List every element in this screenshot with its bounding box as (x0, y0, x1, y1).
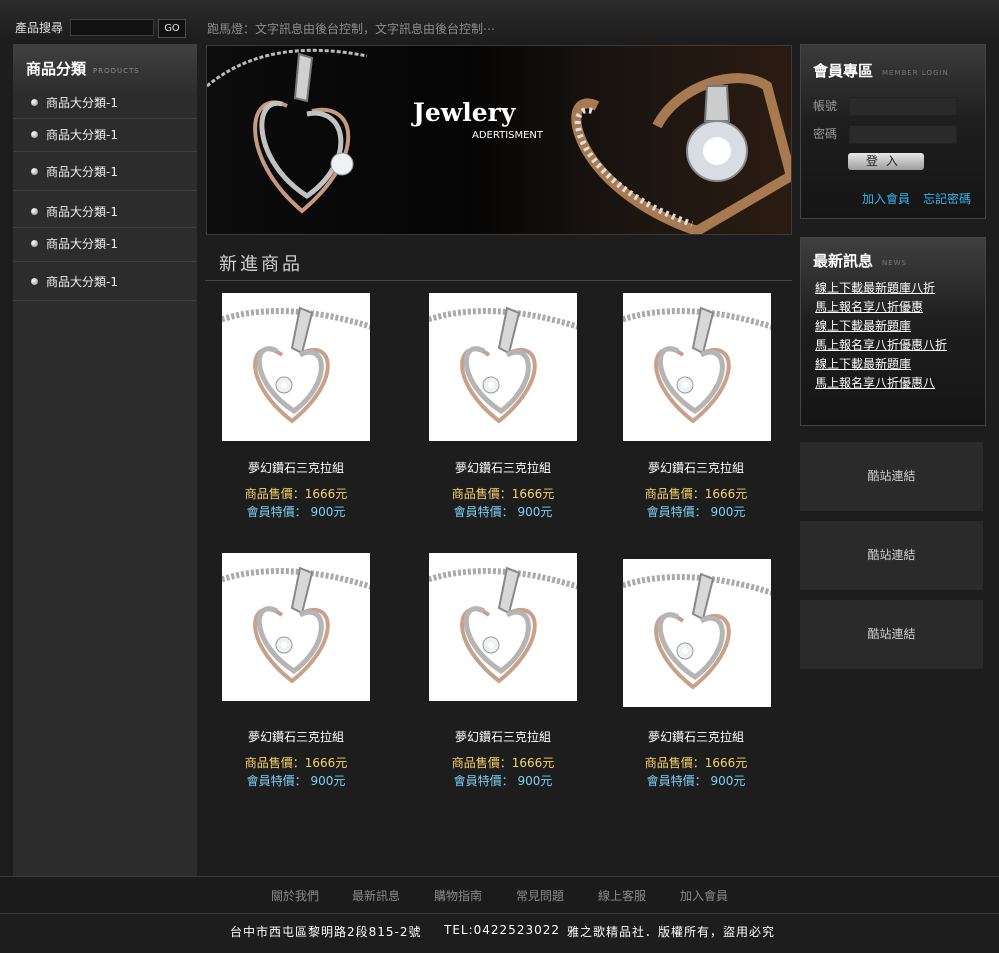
news-item[interactable]: 馬上報名享八折優惠 (815, 298, 923, 315)
product-card[interactable]: 夢幻鑽石三克拉組 商品售價：1666元 會員特價： 900元 (601, 293, 791, 533)
product-price: 商品售價：1666元 (244, 487, 348, 501)
footer-copyright: 雅之歌精品社．版權所有，盜用必究 (567, 925, 776, 939)
product-name[interactable]: 夢幻鑽石三克拉組 (408, 728, 598, 745)
member-price: 會員特價： 900元 (246, 774, 346, 788)
sidebar-item-category-2[interactable]: 商品大分類-1 (13, 118, 197, 152)
register-link[interactable]: 加入會員 (862, 190, 910, 207)
member-price: 會員特價： 900元 (646, 505, 746, 519)
news-item[interactable]: 線上下載最新題庫八折 (815, 279, 935, 296)
footer-link-news[interactable]: 最新訊息 (352, 887, 400, 904)
news-item[interactable]: 線上下載最新題庫 (815, 355, 911, 372)
cool-site-link[interactable]: 酷站連結 (800, 521, 983, 590)
news-item[interactable]: 線上下載最新題庫 (815, 317, 911, 334)
member-login-panel: 會員專區 MEMBER LOGIN 帳號 密碼 登入 加入會員 忘記密碼 (800, 44, 986, 219)
product-card[interactable]: 夢幻鑽石三克拉組 商品售價：1666元 會員特價： 900元 (201, 293, 391, 533)
sidebar-subtitle: PRODUCTS (93, 67, 140, 75)
product-price: 商品售價：1666元 (451, 487, 555, 501)
product-price: 商品售價：1666元 (644, 756, 748, 770)
product-price: 商品售價：1666元 (644, 487, 748, 501)
section-title: 新進商品 (219, 254, 303, 275)
sidebar-item-category-3[interactable]: 商品大分類-1 (13, 151, 197, 191)
news-subtitle: NEWS (882, 259, 908, 267)
member-price: 會員特價： 900元 (453, 505, 553, 519)
news-item[interactable]: 馬上報名享八折優惠八折 (815, 336, 947, 353)
bullet-icon (31, 99, 38, 106)
sidebar-title: 商品分類 (26, 60, 87, 78)
login-button[interactable]: 登入 (848, 153, 924, 170)
marquee-text: 跑馬燈：文字訊息由後台控制，文字訊息由後台控制⋯ (207, 22, 496, 36)
footer-address: 台中市西屯區黎明路2段815-2號 (230, 925, 422, 939)
cool-site-link[interactable]: 酷站連結 (800, 600, 983, 669)
account-label: 帳號 (813, 99, 838, 113)
product-image[interactable] (222, 553, 370, 701)
go-button[interactable]: GO (158, 19, 186, 38)
product-name[interactable]: 夢幻鑽石三克拉組 (201, 459, 391, 476)
footer-link-guide[interactable]: 購物指南 (434, 887, 482, 904)
product-card[interactable]: 夢幻鑽石三克拉組 商品售價：1666元 會員特價： 900元 (408, 553, 598, 793)
sidebar-item-label: 商品大分類-1 (46, 237, 118, 251)
account-input[interactable] (849, 97, 957, 116)
sidebar-item-label: 商品大分類-1 (46, 205, 118, 219)
login-title: 會員專區 (813, 62, 874, 80)
search-input[interactable] (70, 19, 154, 36)
footer-link-join[interactable]: 加入會員 (680, 887, 728, 904)
sidebar-item-category-4[interactable]: 商品大分類-1 (13, 190, 197, 228)
cool-site-link[interactable]: 酷站連結 (800, 442, 983, 511)
password-label: 密碼 (813, 127, 838, 141)
product-name[interactable]: 夢幻鑽石三克拉組 (601, 728, 791, 745)
product-image[interactable] (429, 553, 577, 701)
footer-nav: 關於我們 最新訊息 購物指南 常見問題 線上客服 加入會員 (0, 876, 999, 914)
search-label: 產品搜尋 (15, 21, 64, 35)
banner-subtitle: ADERTISMENT (472, 130, 544, 141)
password-input[interactable] (849, 125, 957, 144)
product-name[interactable]: 夢幻鑽石三克拉組 (601, 459, 791, 476)
news-item[interactable]: 馬上報名享八折優惠八 (815, 374, 935, 391)
product-price: 商品售價：1666元 (244, 756, 348, 770)
sidebar-item-label: 商品大分類-1 (46, 96, 118, 110)
member-price: 會員特價： 900元 (646, 774, 746, 788)
product-name[interactable]: 夢幻鑽石三克拉組 (201, 728, 391, 745)
sidebar-item-category-5[interactable]: 商品大分類-1 (13, 227, 197, 262)
member-price: 會員特價： 900元 (453, 774, 553, 788)
footer-link-faq[interactable]: 常見問題 (516, 887, 564, 904)
divider (205, 280, 792, 281)
product-card[interactable]: 夢幻鑽石三克拉組 商品售價：1666元 會員特價： 900元 (408, 293, 598, 533)
category-sidebar: 商品分類 PRODUCTS 商品大分類-1 商品大分類-1 商品大分類-1 商品… (13, 44, 197, 876)
banner-title: Jewlery (413, 98, 516, 127)
bullet-icon (31, 208, 38, 215)
sidebar-item-category-6[interactable]: 商品大分類-1 (13, 261, 197, 301)
bullet-icon (31, 131, 38, 138)
login-subtitle: MEMBER LOGIN (882, 69, 949, 77)
product-card[interactable]: 夢幻鑽石三克拉組 商品售價：1666元 會員特價： 900元 (601, 553, 791, 793)
advertisement-banner[interactable]: Jewlery ADERTISMENT (206, 45, 792, 235)
sidebar-item-label: 商品大分類-1 (46, 275, 118, 289)
sidebar-item-category-1[interactable]: 商品大分類-1 (13, 88, 197, 119)
footer-link-support[interactable]: 線上客服 (598, 887, 646, 904)
product-card[interactable]: 夢幻鑽石三克拉組 商品售價：1666元 會員特價： 900元 (201, 553, 391, 793)
bullet-icon (31, 168, 38, 175)
product-name[interactable]: 夢幻鑽石三克拉組 (408, 459, 598, 476)
news-title: 最新訊息 (813, 252, 874, 270)
member-price: 會員特價： 900元 (246, 505, 346, 519)
product-image[interactable] (429, 293, 577, 441)
product-image[interactable] (623, 293, 771, 441)
footer-tel: TEL:0422523022 (444, 923, 560, 937)
bullet-icon (31, 278, 38, 285)
sidebar-item-label: 商品大分類-1 (46, 128, 118, 142)
bullet-icon (31, 240, 38, 247)
news-panel: 最新訊息 NEWS 線上下載最新題庫八折 馬上報名享八折優惠 線上下載最新題庫 … (800, 237, 986, 426)
footer-link-about[interactable]: 關於我們 (271, 887, 319, 904)
product-image[interactable] (623, 559, 771, 707)
sidebar-item-label: 商品大分類-1 (46, 165, 118, 179)
product-price: 商品售價：1666元 (451, 756, 555, 770)
product-image[interactable] (222, 293, 370, 441)
forgot-password-link[interactable]: 忘記密碼 (923, 190, 971, 207)
